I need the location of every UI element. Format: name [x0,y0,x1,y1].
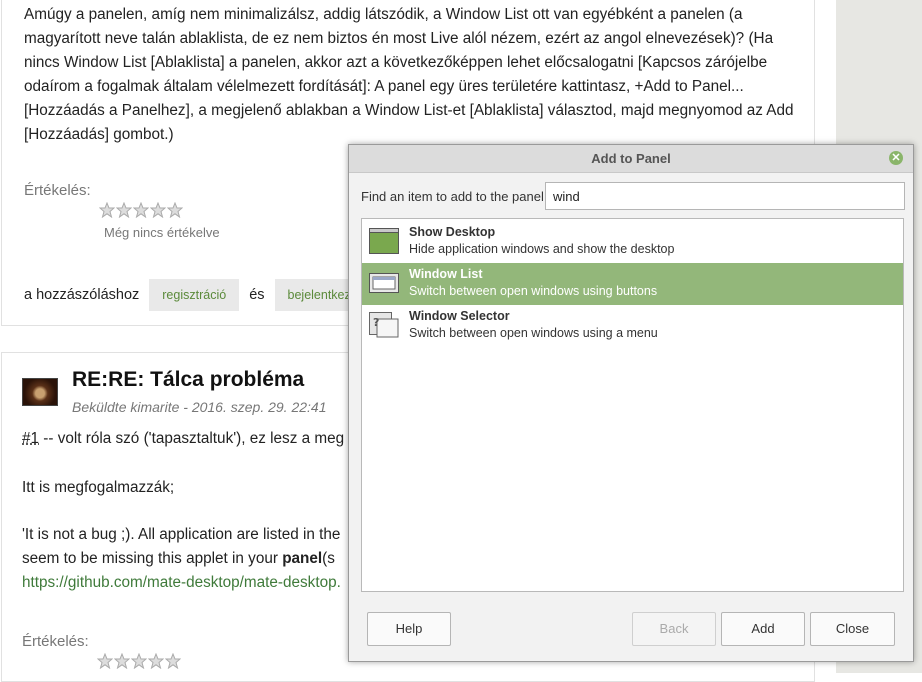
post-title[interactable]: RE:RE: Tálca probléma [72,368,304,392]
post-reference-link[interactable]: #1 [22,430,39,447]
star-icon[interactable] [116,202,132,218]
post-line: Itt is megfogalmazzák; [22,479,175,496]
star-icon[interactable] [133,202,149,218]
add-to-panel-dialog: Add to Panel ✕ Find an item to add to th… [348,144,914,662]
item-description: Switch between open windows using button… [409,284,658,298]
post-text: seem to be missing this applet in your [22,550,283,567]
rating-stars[interactable] [99,202,183,218]
list-item-window-list[interactable]: Window List Switch between open windows … [362,263,903,305]
window-list-icon [369,273,399,293]
add-button[interactable]: Add [721,612,805,646]
post-line: seem to be missing this applet in your p… [22,550,335,568]
item-name: Show Desktop [409,225,496,239]
list-item-window-selector[interactable]: ? Window Selector Switch between open wi… [362,305,903,347]
star-icon[interactable] [165,653,181,669]
post-meta: Beküldte kimarite - 2016. szep. 29. 22:4… [72,399,327,415]
dialog-titlebar[interactable]: Add to Panel ✕ [349,145,913,173]
register-link[interactable]: regisztráció [149,279,240,311]
post-line: 'It is not a bug ;). All application are… [22,526,341,543]
comment-login-line: a hozzászóláshoz regisztráció és bejelen… [24,279,387,311]
star-icon[interactable] [167,202,183,218]
star-icon[interactable] [99,202,115,218]
comment-prefix: a hozzászóláshoz [24,287,140,303]
no-rating-text: Még nincs értékelve [104,225,220,240]
window-selector-icon: ? [369,312,399,338]
star-icon[interactable] [114,653,130,669]
avatar[interactable] [22,378,58,406]
item-description: Switch between open windows using a menu [409,326,658,340]
post-bold-text: panel [282,550,323,567]
search-input[interactable] [545,182,905,210]
dialog-title: Add to Panel [591,151,671,166]
post-text: -- volt róla szó ('tapasztaltuk'), ez le… [39,430,345,447]
applet-list[interactable]: Show Desktop Hide application windows an… [361,218,904,592]
item-description: Hide application windows and show the de… [409,242,675,256]
star-icon[interactable] [131,653,147,669]
back-button[interactable]: Back [632,612,716,646]
post-line: #1 -- volt róla szó ('tapasztaltuk'), ez… [22,430,344,448]
help-button[interactable]: Help [367,612,451,646]
find-label: Find an item to add to the panel: [361,189,548,204]
star-icon[interactable] [150,202,166,218]
star-icon[interactable] [97,653,113,669]
and-word: és [249,287,265,303]
item-name: Window List [409,267,483,281]
item-name: Window Selector [409,309,510,323]
github-link[interactable]: https://github.com/mate-desktop/mate-des… [22,574,341,592]
close-icon[interactable]: ✕ [889,151,903,165]
rating-label: Értékelés: [22,633,89,650]
rating-label: Értékelés: [24,182,91,199]
star-icon[interactable] [148,653,164,669]
list-item-show-desktop[interactable]: Show Desktop Hide application windows an… [362,221,903,263]
post-text: (s [322,550,335,567]
close-button[interactable]: Close [810,612,895,646]
rating-stars[interactable] [97,653,181,669]
comment-text: Amúgy a panelen, amíg nem minimalizálsz,… [24,6,794,143]
svg-text:?: ? [373,316,379,329]
show-desktop-icon [369,228,399,254]
